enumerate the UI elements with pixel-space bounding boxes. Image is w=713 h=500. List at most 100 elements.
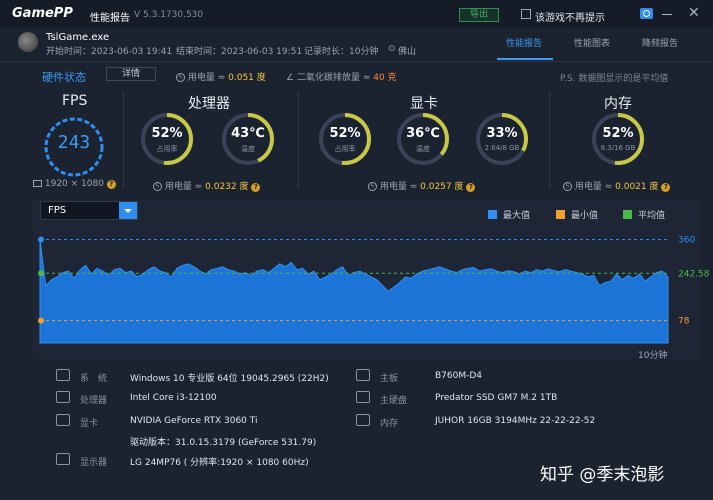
end-time: 结束时间：2023-06-03 19:51 xyxy=(176,47,303,57)
gpu-label: 显卡 xyxy=(80,419,99,429)
disk-icon xyxy=(356,391,370,403)
memory-power: ϟ 用电量 ≈ 0.0021 度 ? xyxy=(563,179,671,192)
tab-throttle-report[interactable]: 降频报告 xyxy=(642,36,678,49)
tab-performance-chart[interactable]: 性能图表 xyxy=(574,36,610,49)
leaf-icon: ∠ xyxy=(286,73,295,83)
x-axis-label: 10分钟 xyxy=(638,351,668,361)
gpu-title: 显卡 xyxy=(410,96,438,112)
help-icon[interactable]: ? xyxy=(466,183,476,192)
cpu-temp-label: 温度 xyxy=(241,145,255,153)
cpu-title: 处理器 xyxy=(188,96,230,112)
help-icon[interactable]: ? xyxy=(251,183,261,192)
game-name: TslGame.exe xyxy=(46,32,110,43)
ps-note: P.S. 数据图显示的是平均值 xyxy=(560,74,669,84)
metric-select-value: FPS xyxy=(48,205,67,216)
gpu-vram-label: 2.64/8 GB xyxy=(484,144,520,152)
export-button[interactable]: 导出 xyxy=(459,8,499,22)
chart-panel xyxy=(33,199,700,359)
cpu-value: Intel Core i3-12100 xyxy=(130,393,217,403)
cpu-icon xyxy=(56,391,70,403)
gpu-usage-value: 52% xyxy=(329,126,361,141)
camera-icon[interactable] xyxy=(640,8,653,19)
memory-title: 内存 xyxy=(604,96,632,112)
cpu-usage-gauge: 52% 占用率 xyxy=(140,112,194,166)
gpu-usage-gauge: 52% 占用率 xyxy=(318,112,372,166)
monitor-value: LG 24MP76 ( 分辨率:1920 × 1080 60Hz) xyxy=(130,458,309,468)
gpu-vram-value: 33% xyxy=(486,126,518,141)
location-pin-icon: ⊙ xyxy=(388,44,396,54)
memory-icon xyxy=(356,414,370,426)
help-icon[interactable]: ? xyxy=(106,180,116,189)
board-label: 主板 xyxy=(380,374,399,384)
power-icon: ϟ xyxy=(368,182,377,191)
divider xyxy=(298,92,299,188)
monitor-label: 显示器 xyxy=(80,458,108,468)
mem-label: 内存 xyxy=(380,419,399,429)
gpu-temp-label: 温度 xyxy=(416,145,430,153)
divider xyxy=(549,92,550,188)
driver-value: 驱动版本：31.0.15.3179 (GeForce 531.79) xyxy=(130,438,317,448)
watermark: 知乎 @季末泡影 xyxy=(540,465,665,485)
memory-usage-gauge: 52% 8.3/16 GB xyxy=(591,112,645,166)
mem-value: JUHOR 16GB 3194MHz 22-22-22-52 xyxy=(435,416,596,426)
location: 佛山 xyxy=(398,47,417,57)
os-value: Windows 10 专业版 64位 19045.2965 (22H2) xyxy=(130,374,329,384)
legend-avg-swatch xyxy=(623,210,632,219)
gpu-temp-value: 36℃ xyxy=(406,126,440,141)
help-icon[interactable]: ? xyxy=(661,183,671,192)
minimize-icon[interactable] xyxy=(662,14,672,15)
divider xyxy=(123,92,124,188)
app-logo: GamePP xyxy=(12,6,73,21)
dont-show-label[interactable]: 该游戏不再提示 xyxy=(535,9,605,24)
monitor-icon xyxy=(56,453,70,465)
board-value: B760M-D4 xyxy=(435,371,483,381)
title-bar: GamePP 性能报告 V 5.3.1730.530 导出 该游戏不再提示 ✕ xyxy=(0,0,713,28)
legend-min-swatch xyxy=(556,210,565,219)
dont-show-checkbox[interactable] xyxy=(521,9,531,19)
monitor-icon xyxy=(33,180,42,187)
motherboard-icon xyxy=(356,369,370,381)
power-icon: ϟ xyxy=(563,182,572,191)
chevron-down-icon[interactable] xyxy=(119,202,137,219)
gpu-power: ϟ 用电量 ≈ 0.0257 度 ? xyxy=(368,179,476,192)
duration: 记录时长：10分钟 xyxy=(304,47,379,57)
cpu-power: ϟ 用电量 ≈ 0.0232 度 ? xyxy=(153,179,261,192)
cpu-label: 处理器 xyxy=(80,396,108,406)
cpu-temp-value: 43℃ xyxy=(231,126,265,141)
disk-label: 主硬盘 xyxy=(380,396,408,406)
memory-usage-value: 52% xyxy=(602,126,634,141)
fps-value: 243 xyxy=(57,132,91,153)
close-icon[interactable]: ✕ xyxy=(688,5,700,21)
memory-usage-label: 8.3/16 GB xyxy=(600,144,636,152)
power-icon: ϟ xyxy=(176,73,185,82)
co2-emission: ∠ 二氧化碳排放量 ≈ 40 克 xyxy=(286,73,397,83)
game-icon xyxy=(18,32,38,52)
total-power: ϟ 用电量 ≈ 0.051 度 xyxy=(176,70,266,83)
cpu-usage-label: 占用率 xyxy=(156,145,178,153)
legend-max: 最大值 xyxy=(488,208,530,221)
fps-gauge: 243 xyxy=(42,115,106,179)
tab-performance-report[interactable]: 性能报告 xyxy=(506,36,542,49)
legend-avg: 平均值 xyxy=(623,208,665,221)
disk-value: Predator SSD GM7 M.2 1TB xyxy=(435,393,558,403)
gpu-temp-gauge: 36℃ 温度 xyxy=(396,112,450,166)
gpu-value: NVIDIA GeForce RTX 3060 Ti xyxy=(130,416,258,426)
power-icon: ϟ xyxy=(153,182,162,191)
start-time: 开始时间：2023-06-03 19:41 xyxy=(46,47,173,57)
detail-button[interactable]: 详情 xyxy=(106,67,156,81)
legend-min: 最小值 xyxy=(556,208,598,221)
gpu-vram-gauge: 33% 2.64/8 GB xyxy=(475,112,529,166)
legend-max-swatch xyxy=(488,210,497,219)
window-title: 性能报告 xyxy=(90,13,130,24)
gpu-usage-label: 占用率 xyxy=(334,145,356,153)
cpu-temp-gauge: 43℃ 温度 xyxy=(221,112,275,166)
hardware-status-title: 硬件状态 xyxy=(42,71,86,84)
gpu-icon xyxy=(56,414,70,426)
metric-select[interactable]: FPS xyxy=(40,201,138,220)
os-icon xyxy=(56,369,70,381)
os-label: 系 统 xyxy=(80,374,108,384)
resolution: 1920 × 1080 ? xyxy=(33,179,116,189)
fps-title: FPS xyxy=(62,93,88,109)
active-tab-indicator xyxy=(497,58,553,60)
cpu-usage-value: 52% xyxy=(151,126,183,141)
